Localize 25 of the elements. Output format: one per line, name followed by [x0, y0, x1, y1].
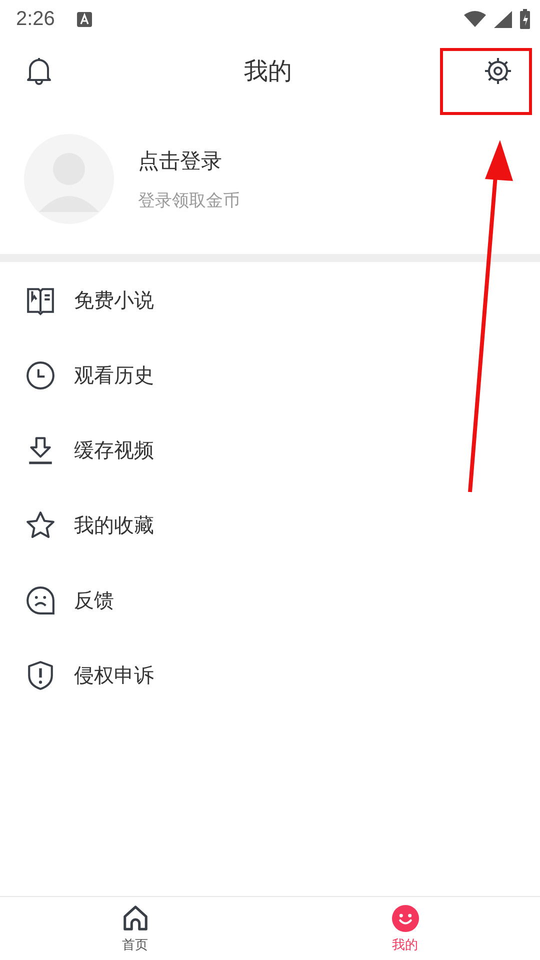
keyboard-icon [76, 12, 92, 26]
settings-icon[interactable] [484, 57, 512, 85]
menu-item[interactable]: 侵权申诉 [74, 662, 154, 689]
home-icon [120, 904, 150, 932]
battery-icon [520, 9, 530, 29]
sad-face-icon [25, 585, 56, 616]
login-link[interactable]: 点击登录 [138, 146, 240, 174]
menu-item[interactable]: 观看历史 [74, 362, 154, 389]
bell-icon[interactable] [26, 57, 52, 85]
smiley-icon [390, 904, 420, 932]
login-subtitle: 登录领取金币 [138, 190, 240, 212]
menu-item[interactable]: 反馈 [74, 587, 114, 614]
signal-icon [494, 10, 512, 28]
menu-item[interactable]: 我的收藏 [74, 512, 154, 539]
book-icon [25, 285, 56, 316]
nav-tab[interactable]: 首页 [0, 897, 270, 960]
menu-item[interactable]: 缓存视频 [74, 437, 154, 464]
status-time: 2:26 [16, 8, 55, 30]
nav-tab[interactable]: 我的 [270, 897, 540, 960]
shield-icon [25, 660, 56, 691]
page-title: 我的 [244, 56, 292, 87]
star-icon [25, 510, 56, 541]
clock-icon [25, 360, 56, 391]
wifi-icon [464, 11, 486, 27]
menu-item[interactable]: 免费小说 [74, 287, 154, 314]
